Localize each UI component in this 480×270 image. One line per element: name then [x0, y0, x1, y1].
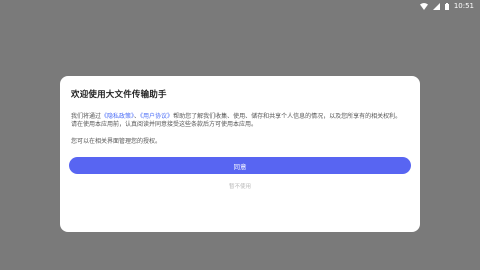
status-bar: 10:51 [0, 0, 480, 12]
signal-icon [432, 2, 440, 10]
dialog-title: 欢迎使用大文件传输助手 [71, 90, 167, 100]
dialog-body: 我们将通过《隐私政策》、《用户协议》帮助您了解我们收集、使用、储存和共享个人信息… [71, 113, 407, 130]
decline-button[interactable]: 暂不使用 [60, 182, 420, 190]
body-prefix: 我们将通过 [71, 113, 102, 120]
battery-icon [444, 2, 449, 10]
user-agreement-link[interactable]: 《用户协议》 [140, 113, 173, 120]
privacy-policy-link[interactable]: 《隐私政策》 [101, 113, 134, 120]
privacy-consent-dialog: 欢迎使用大文件传输助手 我们将通过《隐私政策》、《用户协议》帮助您了解我们收集、… [60, 76, 420, 232]
agree-button[interactable]: 同意 [69, 157, 411, 174]
wifi-icon [419, 2, 428, 10]
authorization-note: 您可以在相关界面管理您的授权。 [71, 137, 162, 145]
status-time: 10:51 [453, 2, 474, 10]
